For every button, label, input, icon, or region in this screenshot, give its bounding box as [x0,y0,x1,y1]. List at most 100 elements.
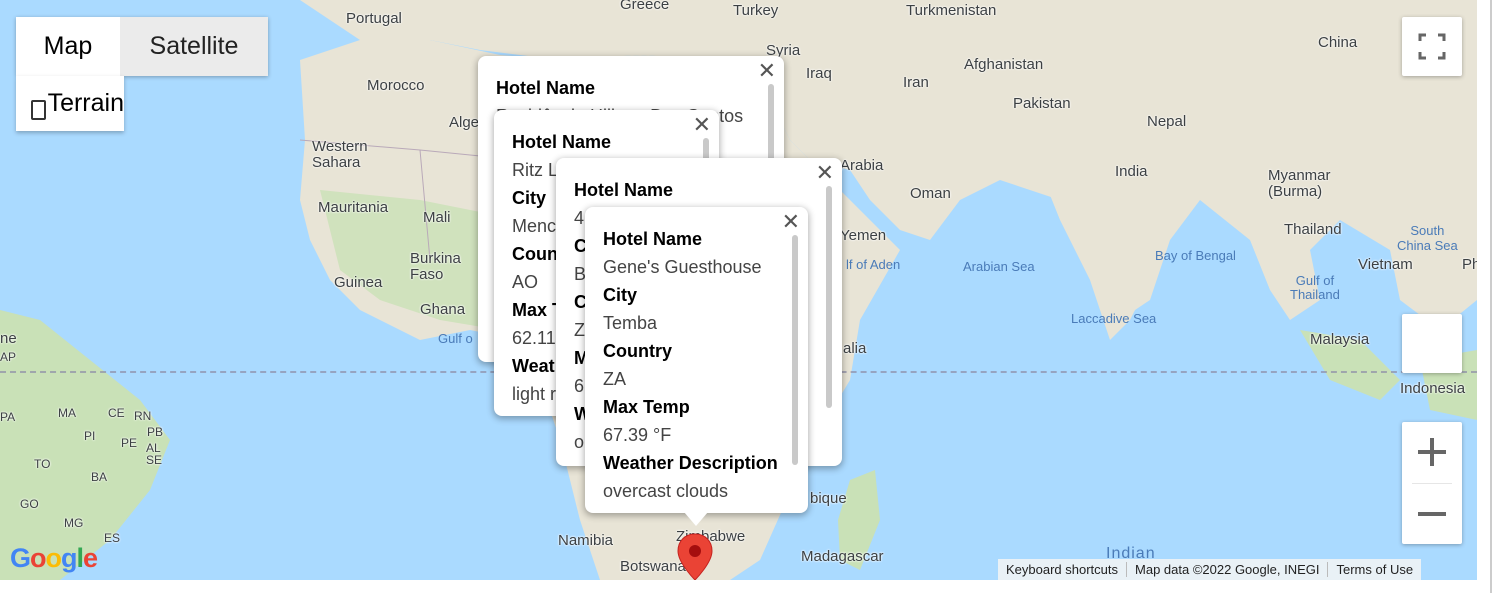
zoom-control [1402,422,1462,544]
label-western-sahara: Western Sahara [312,138,368,171]
label-state-pe: PE [121,436,138,450]
label-state-ap: AP [0,350,17,364]
city-heading: City [603,285,638,305]
country-heading: Country [603,341,672,361]
street-view-pegman-button[interactable] [1402,314,1462,373]
fullscreen-button[interactable] [1402,17,1462,76]
label-gulf-of-aden: lf of Aden [846,257,901,272]
info-window-scrollbar[interactable] [826,186,832,408]
label-nepal: Nepal [1147,113,1187,130]
label-gulf-of-guinea: Gulf o [438,331,473,346]
label-south-china-sea: South China Sea [1397,223,1458,253]
label-burkina-faso: Burkina Faso [410,250,461,283]
hotel-name-value: Gene's Guesthouse [603,257,762,277]
label-thailand: Thailand [1284,221,1342,238]
label-gulf-of-thailand: Gulf of Thailand [1290,273,1340,302]
label-state-ce: CE [108,406,125,420]
label-state-go: GO [20,497,39,511]
label-state-pb: PB [147,425,164,439]
info-window-4: Hotel Name Gene's Guesthouse City Temba … [585,207,808,513]
logo-letter: o [30,543,46,573]
hotel-name-heading: Hotel Name [496,78,596,98]
label-state-se: SE [146,453,163,467]
label-yemen: Yemen [840,227,887,244]
label-philippines: Ph [1462,256,1477,273]
map-canvas[interactable]: Portugal Greece Turkey Turkmenistan Chin… [0,0,1477,580]
hotel-name-heading: Hotel Name [512,132,612,152]
label-india: India [1115,163,1148,180]
keyboard-shortcuts-link[interactable]: Keyboard shortcuts [998,562,1126,577]
label-somalia: alia [843,340,867,357]
label-algeria: Alge [449,114,480,131]
hotel-name-heading: Hotel Name [603,229,703,249]
label-guiana-partial: ne [0,330,17,347]
page-scrollbar-track[interactable] [1490,0,1492,593]
fullscreen-icon [1418,33,1446,60]
weather-heading: Weather Description [603,453,778,473]
label-turkmenistan: Turkmenistan [906,2,997,19]
label-turkey: Turkey [733,2,779,19]
weather-value: overcast clouds [603,481,729,501]
label-oman: Oman [910,185,951,202]
label-state-ba: BA [91,470,108,484]
map-type-control: Map Satellite [16,17,268,76]
logo-letter: g [61,543,77,573]
label-greece: Greece [620,0,670,13]
zoom-in-button[interactable] [1402,422,1462,482]
label-state-es: ES [104,531,121,545]
city-value: Temba [603,313,658,333]
label-madagascar: Madagascar [801,548,884,565]
label-myanmar: Myanmar (Burma) [1268,167,1331,200]
terrain-checkbox[interactable] [31,99,46,120]
label-afghanistan: Afghanistan [964,56,1044,73]
label-portugal: Portugal [346,10,402,27]
label-state-rn: RN [134,409,152,423]
map-marker-icon[interactable] [676,533,714,580]
close-icon[interactable]: ✕ [758,60,776,82]
attribution-bar: Keyboard shortcuts Map data ©2022 Google… [998,559,1422,580]
close-icon[interactable]: ✕ [693,114,711,136]
label-state-ma: MA [58,406,76,420]
label-guinea: Guinea [334,274,383,291]
terms-of-use-link[interactable]: Terms of Use [1328,562,1421,577]
map-type-map-button[interactable]: Map [16,17,120,76]
country-value: ZA [603,369,627,389]
label-mozambique: bique [810,490,847,507]
info-window-scrollbar[interactable] [792,235,798,465]
zoom-out-button[interactable] [1402,484,1462,544]
max-temp-heading: Max Temp [603,397,690,417]
label-arabian-sea: Arabian Sea [963,259,1035,274]
label-indonesia: Indonesia [1400,380,1466,397]
label-state-pi: PI [84,429,96,443]
label-state-mg: MG [64,516,84,530]
label-pakistan: Pakistan [1013,95,1071,112]
label-bay-of-bengal: Bay of Bengal [1155,248,1236,263]
minus-icon [1418,512,1446,516]
max-temp-value: 67.39 °F [603,425,672,445]
label-laccadive-sea: Laccadive Sea [1071,311,1157,326]
terrain-label: Terrain [47,89,124,117]
close-icon[interactable]: ✕ [816,162,834,184]
logo-letter: G [10,543,31,573]
label-mauritania: Mauritania [318,199,389,216]
label-vietnam: Vietnam [1358,256,1413,273]
label-state-to: TO [34,457,51,471]
label-iran: Iran [903,74,929,91]
label-mali: Mali [423,209,451,226]
plus-icon [1418,438,1446,466]
label-iraq: Iraq [806,65,832,82]
label-namibia: Namibia [558,532,614,549]
label-malaysia: Malaysia [1310,331,1370,348]
label-ghana: Ghana [420,301,466,318]
label-arabia: Arabia [840,157,884,174]
terrain-option[interactable]: Terrain [16,76,124,131]
label-china: China [1318,34,1358,51]
label-state-pa: PA [0,410,16,424]
map-data-text: Map data ©2022 Google, INEGI [1135,562,1320,577]
close-icon[interactable]: ✕ [782,211,800,233]
label-morocco: Morocco [367,77,425,94]
google-logo[interactable]: Google [10,543,98,574]
logo-letter: o [45,543,62,573]
hotel-name-heading: Hotel Name [574,180,674,200]
map-type-satellite-button[interactable]: Satellite [120,17,268,76]
